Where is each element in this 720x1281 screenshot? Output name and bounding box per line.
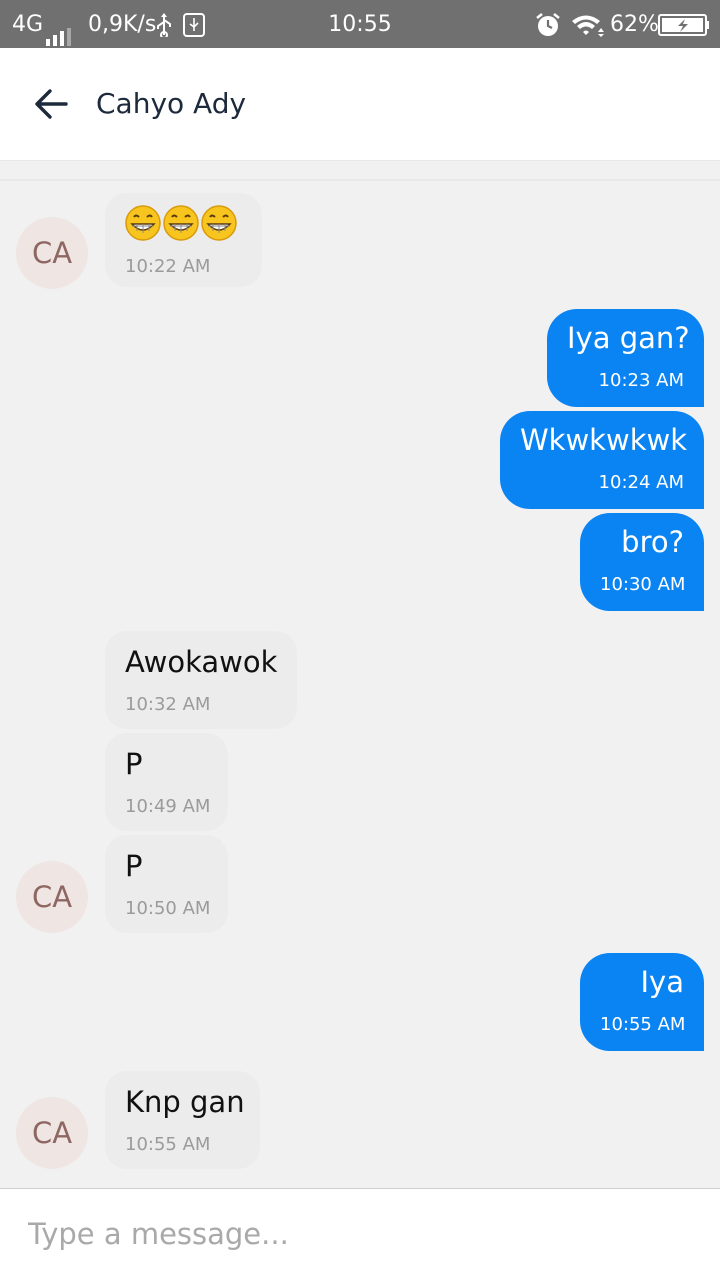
avatar[interactable]: CA — [16, 861, 88, 933]
message-time: 10:50 AM — [125, 898, 211, 919]
message-text: Iya — [640, 965, 685, 999]
outgoing-message[interactable]: Wkwkwkwk 10:24 AM — [500, 411, 704, 509]
contact-name[interactable]: Cahyo Ady — [96, 48, 246, 160]
message-time: 10:49 AM — [125, 796, 211, 817]
message-time: 10:30 AM — [600, 574, 686, 595]
message-text: P — [125, 849, 143, 883]
battery-percent: 62% — [610, 12, 659, 37]
message-text: Awokawok — [125, 645, 278, 679]
message-time: 10:22 AM — [125, 256, 211, 277]
message-text: Knp gan — [125, 1085, 245, 1119]
message-text: Iya gan? — [567, 321, 690, 355]
outgoing-message[interactable]: Iya gan? 10:23 AM — [547, 309, 704, 407]
back-arrow-icon[interactable] — [30, 82, 80, 126]
incoming-message[interactable]: P 10:50 AM — [105, 835, 228, 933]
message-list[interactable]: 10:22 AM CA Iya gan? 10:23 AM Wkwkwkwk 1… — [0, 161, 720, 1188]
message-time: 10:55 AM — [600, 1014, 686, 1035]
message-time: 10:24 AM — [598, 472, 684, 493]
status-bar: 4G 0,9K/s 10:55 62% — [0, 0, 720, 48]
wifi-icon — [570, 0, 606, 48]
outgoing-message[interactable]: Iya 10:55 AM — [580, 953, 704, 1051]
outgoing-message[interactable]: bro? 10:30 AM — [580, 513, 704, 611]
message-text: Wkwkwkwk — [520, 423, 688, 457]
battery-icon — [658, 0, 710, 48]
incoming-message[interactable]: 10:22 AM — [105, 193, 262, 287]
avatar[interactable]: CA — [16, 1097, 88, 1169]
message-text: P — [125, 747, 143, 781]
divider — [0, 179, 720, 181]
message-time: 10:32 AM — [125, 694, 211, 715]
incoming-message[interactable]: Awokawok 10:32 AM — [105, 631, 297, 729]
alarm-icon — [535, 0, 561, 48]
chat-header: Cahyo Ady — [0, 48, 720, 161]
message-time: 10:55 AM — [125, 1134, 211, 1155]
incoming-message[interactable]: P 10:49 AM — [105, 733, 228, 831]
grinning-face-emoji-icon — [125, 205, 242, 243]
composer — [0, 1188, 720, 1281]
message-time: 10:23 AM — [598, 370, 684, 391]
message-text: bro? — [621, 525, 684, 559]
avatar[interactable]: CA — [16, 217, 88, 289]
incoming-message[interactable]: Knp gan 10:55 AM — [105, 1071, 260, 1169]
message-input[interactable] — [28, 1189, 698, 1279]
